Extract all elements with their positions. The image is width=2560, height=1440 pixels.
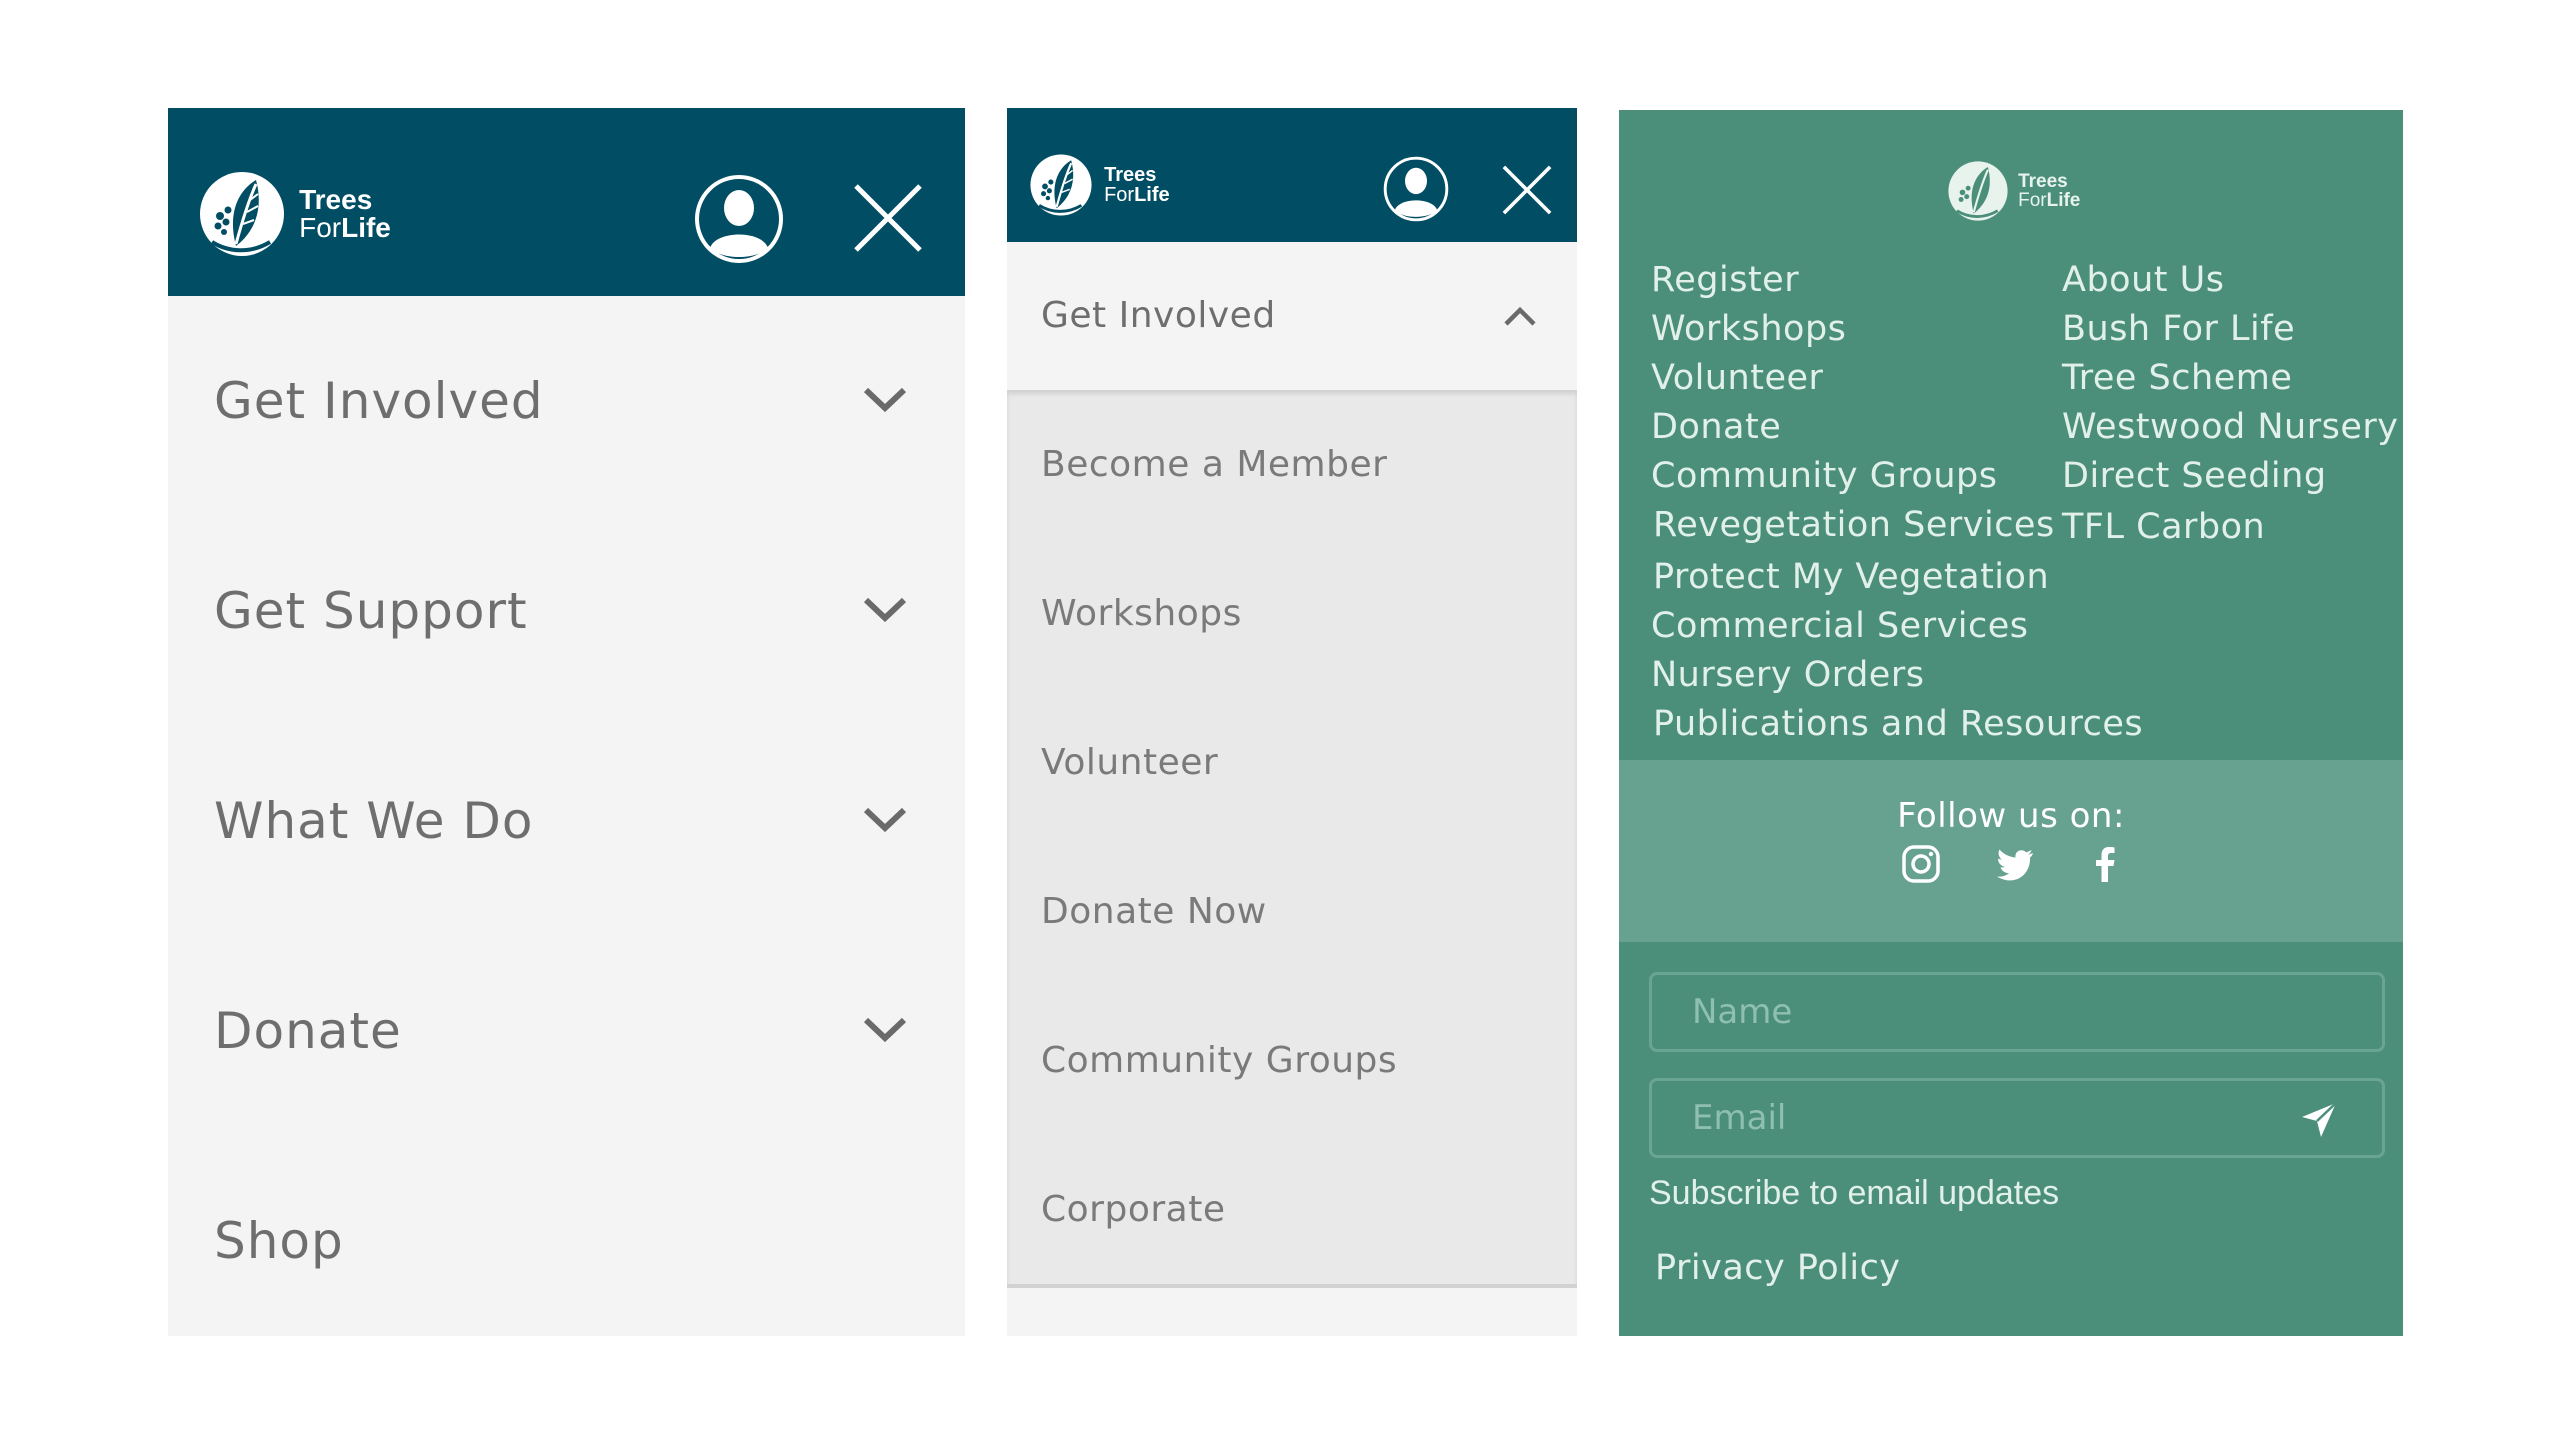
submenu-item-label: Become a Member xyxy=(1041,444,1388,485)
follow-us-section: Follow us on: xyxy=(1619,760,2403,942)
logo-text-for: For xyxy=(1104,184,1135,206)
logo-text-trees: Trees xyxy=(2018,171,2068,192)
submenu-item-become-member[interactable]: Become a Member xyxy=(1007,390,1577,539)
account-button[interactable] xyxy=(694,174,784,264)
trees-for-life-logo[interactable]: Trees ForLife xyxy=(1029,153,1170,217)
subscribe-caption: Subscribe to email updates xyxy=(1649,1174,2060,1212)
logo-text-life: Life xyxy=(341,212,391,243)
leaf-logo-icon xyxy=(200,172,284,256)
footer-link-direct-seeding[interactable]: Direct Seeding xyxy=(2062,456,2327,496)
leaf-logo-icon xyxy=(1030,154,1092,216)
footer-link-westwood-nursery[interactable]: Westwood Nursery xyxy=(2062,407,2398,447)
menu-item-get-support[interactable]: Get Support xyxy=(168,506,965,716)
trees-for-life-logo[interactable]: Trees ForLife xyxy=(1947,160,2080,222)
menu-item-label: Get Involved xyxy=(1041,295,1276,336)
footer-link-tree-scheme[interactable]: Tree Scheme xyxy=(2062,358,2292,398)
logo-text-life: Life xyxy=(1134,184,1170,206)
logo-wordmark: Trees ForLife xyxy=(2018,172,2080,210)
chevron-up-icon xyxy=(1504,306,1536,326)
twitter-icon[interactable] xyxy=(1995,844,2035,884)
privacy-policy-link[interactable]: Privacy Policy xyxy=(1655,1248,1901,1288)
menu-item-get-involved[interactable]: Get Involved xyxy=(168,296,965,506)
chevron-down-icon xyxy=(863,597,907,623)
footer-panel: Trees ForLife Register Workshops Volunte… xyxy=(1619,110,2403,1336)
get-involved-submenu: Become a Member Workshops Volunteer Dona… xyxy=(1007,390,1577,1288)
menu-item-what-we-do[interactable]: What We Do xyxy=(168,716,965,926)
submenu-item-label: Donate Now xyxy=(1041,891,1267,932)
footer-link-revegetation-services[interactable]: Revegetation Services xyxy=(1653,505,2055,545)
email-input[interactable] xyxy=(1652,1081,2382,1155)
menu-item-shop[interactable]: Shop xyxy=(168,1136,965,1336)
menu-item-label: Shop xyxy=(214,1212,344,1270)
submenu-item-corporate[interactable]: Corporate xyxy=(1007,1135,1577,1284)
menu-header: Trees ForLife xyxy=(1007,108,1577,242)
submenu-item-label: Volunteer xyxy=(1041,742,1219,783)
footer-link-donate[interactable]: Donate xyxy=(1651,407,1781,447)
submenu-item-donate-now[interactable]: Donate Now xyxy=(1007,837,1577,986)
menu-item-get-involved-open[interactable]: Get Involved xyxy=(1007,242,1577,390)
footer-link-tfl-carbon[interactable]: TFL Carbon xyxy=(2062,507,2265,547)
submenu-item-label: Community Groups xyxy=(1041,1040,1398,1081)
chevron-down-icon xyxy=(863,807,907,833)
footer-link-register[interactable]: Register xyxy=(1651,260,1799,300)
menu-item-label: Get Involved xyxy=(214,372,544,430)
footer-link-publications-resources[interactable]: Publications and Resources xyxy=(1653,704,2143,744)
trees-for-life-logo[interactable]: Trees ForLife xyxy=(198,170,391,258)
submenu-item-label: Workshops xyxy=(1041,593,1242,634)
submenu-item-community-groups[interactable]: Community Groups xyxy=(1007,986,1577,1135)
footer-link-bush-for-life[interactable]: Bush For Life xyxy=(2062,309,2295,349)
close-menu-button[interactable] xyxy=(1501,164,1553,216)
menu-item-label: What We Do xyxy=(214,792,534,850)
submenu-item-volunteer[interactable]: Volunteer xyxy=(1007,688,1577,837)
menu-item-label: Get Support xyxy=(214,582,528,640)
logo-text-trees: Trees xyxy=(299,184,373,215)
logo-text-trees: Trees xyxy=(1104,164,1157,186)
footer-link-community-groups[interactable]: Community Groups xyxy=(1651,456,1997,496)
footer-link-volunteer[interactable]: Volunteer xyxy=(1651,358,1823,398)
close-menu-button[interactable] xyxy=(852,182,924,254)
menu-header: Trees ForLife xyxy=(168,108,965,296)
menu-item-donate[interactable]: Donate xyxy=(168,926,965,1136)
submenu-item-workshops[interactable]: Workshops xyxy=(1007,539,1577,688)
facebook-icon[interactable] xyxy=(2085,844,2125,884)
follow-us-title: Follow us on: xyxy=(1897,796,2125,836)
logo-text-for: For xyxy=(2018,190,2047,211)
footer-link-workshops[interactable]: Workshops xyxy=(1651,309,1846,349)
send-icon[interactable] xyxy=(2300,1101,2338,1139)
logo-wordmark: Trees ForLife xyxy=(299,186,391,242)
account-button[interactable] xyxy=(1383,156,1449,222)
footer-link-nursery-orders[interactable]: Nursery Orders xyxy=(1651,655,1924,695)
chevron-down-icon xyxy=(863,1017,907,1043)
name-field-wrapper xyxy=(1649,972,2385,1052)
footer-link-commercial-services[interactable]: Commercial Services xyxy=(1651,606,2029,646)
logo-text-life: Life xyxy=(2046,190,2081,211)
submenu-item-label: Corporate xyxy=(1041,1189,1226,1230)
main-menu-panel: Trees ForLife Get Involved Get Support W… xyxy=(168,108,965,1336)
footer-link-protect-my-vegetation[interactable]: Protect My Vegetation xyxy=(1653,557,2049,597)
leaf-logo-icon xyxy=(1948,161,2008,221)
expanded-menu-panel: Trees ForLife Get Involved Become a Memb… xyxy=(1007,108,1577,1336)
logo-wordmark: Trees ForLife xyxy=(1104,165,1170,205)
footer-link-about-us[interactable]: About Us xyxy=(2062,260,2224,300)
email-field-wrapper xyxy=(1649,1078,2385,1158)
logo-text-for: For xyxy=(299,212,342,243)
name-input[interactable] xyxy=(1652,975,2382,1049)
chevron-down-icon xyxy=(863,387,907,413)
menu-item-label: Donate xyxy=(214,1002,402,1060)
instagram-icon[interactable] xyxy=(1901,844,1941,884)
